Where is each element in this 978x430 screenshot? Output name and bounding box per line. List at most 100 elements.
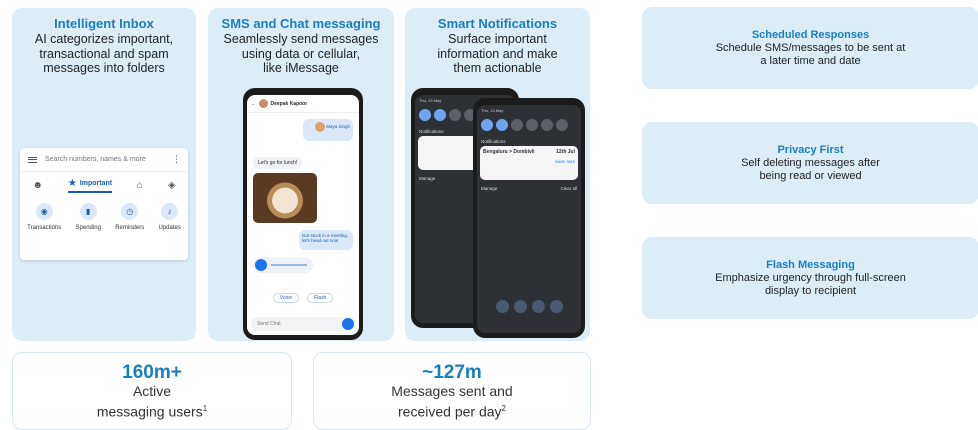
notification-title: Bengaluru > Dombivli xyxy=(483,149,535,155)
shield-icon: ◈ xyxy=(167,179,176,191)
card-desc-line: AI categorizes important, xyxy=(34,32,174,46)
card-title: Privacy First xyxy=(777,143,844,156)
inbox-mockup: Search numbers, names & more ⋮ ☻ ★ Import… xyxy=(20,148,188,260)
footnote-marker: 2 xyxy=(501,403,506,413)
star-icon: ★ xyxy=(67,177,77,189)
app-icon[interactable] xyxy=(531,300,545,313)
inbox-search-bar[interactable]: Search numbers, names & more ⋮ xyxy=(20,148,188,172)
chat-header: ← Deepak Kapoor xyxy=(247,95,359,113)
tab-important[interactable]: ★ Important xyxy=(67,177,113,193)
chat-actions: Voice Flash xyxy=(253,293,353,303)
card-desc-line: a later time and date xyxy=(760,54,861,67)
card-desc-line: information and make xyxy=(437,46,558,61)
chat-input-placeholder: Send Chat xyxy=(257,321,281,327)
card-title: Scheduled Responses xyxy=(751,28,870,41)
chat-phone-mockup: ← Deepak Kapoor Maya Singh Let's go for … xyxy=(243,88,363,340)
notification-card[interactable]: Bengaluru > Dombivli 12th Jul SAVE SMS xyxy=(480,146,578,180)
category-updates[interactable]: ♪ Updates xyxy=(158,203,181,258)
card-title: Intelligent Inbox xyxy=(54,16,154,31)
wifi-toggle-icon[interactable] xyxy=(481,119,493,131)
card-header: Smart Notifications Surface important in… xyxy=(405,16,590,76)
tab-bank[interactable]: ⌂ xyxy=(137,180,143,191)
sender-name: Maya Singh xyxy=(326,124,350,130)
scheduled-responses-card: Scheduled Responses Schedule SMS/message… xyxy=(642,7,978,89)
chart-icon: ▮ xyxy=(79,203,97,220)
dnd-toggle-icon[interactable] xyxy=(511,119,523,131)
manage-row: Manage Clear all xyxy=(477,180,581,197)
smart-notifications-card: Smart Notifications Surface important in… xyxy=(405,8,590,341)
app-dock xyxy=(477,300,581,313)
tab-people[interactable]: ☻ xyxy=(32,180,43,191)
play-icon[interactable] xyxy=(255,259,267,271)
bell-icon: ♪ xyxy=(161,203,179,220)
dnd-toggle-icon[interactable] xyxy=(449,109,461,121)
autorotate-toggle-icon[interactable] xyxy=(541,119,553,131)
message-bubble-sent: Got stuck in a meeting, let's head out n… xyxy=(299,230,353,250)
card-title: SMS and Chat messaging xyxy=(221,16,381,31)
status-date: Thu, 13 May xyxy=(481,108,504,113)
category-label: Reminders xyxy=(115,225,145,231)
send-icon[interactable] xyxy=(342,318,354,330)
card-desc-line: using data or cellular, xyxy=(241,46,361,61)
category-reminders[interactable]: ◷ Reminders xyxy=(115,203,144,258)
category-label: Spending xyxy=(75,225,101,231)
messages-per-day-stat: ~127m Messages sent and received per day… xyxy=(313,352,591,430)
avatar xyxy=(314,122,325,132)
category-label: Transactions xyxy=(27,225,62,231)
stat-label-text: messaging users xyxy=(96,403,203,420)
back-icon[interactable]: ← xyxy=(251,101,256,106)
stat-label-text: received per day xyxy=(398,403,502,420)
card-header: Intelligent Inbox AI categorizes importa… xyxy=(12,16,196,76)
save-sms-button[interactable]: SAVE SMS xyxy=(483,159,575,164)
flashlight-toggle-icon[interactable] xyxy=(526,119,538,131)
contact-name: Deepak Kapoor xyxy=(270,100,308,107)
card-desc-line: transactional and spam xyxy=(39,46,169,61)
phone-screen: ← Deepak Kapoor Maya Singh Let's go for … xyxy=(247,95,359,335)
inbox-categories: ◉ Transactions ▮ Spending ◷ Reminders ♪ … xyxy=(20,203,188,258)
stat-label-line: messaging users1 xyxy=(97,400,207,421)
app-icon[interactable] xyxy=(549,300,563,313)
card-title: Flash Messaging xyxy=(766,258,855,271)
notification-phone-front: Thu, 13 May Notifications Bengaluru > Do… xyxy=(473,98,585,338)
stat-value: 160m+ xyxy=(122,361,182,383)
message-bubble-received: Let's go for lunch! xyxy=(253,157,303,169)
quick-settings xyxy=(477,113,581,131)
bluetooth-toggle-icon[interactable] xyxy=(434,109,446,121)
flash-messaging-card: Flash Messaging Emphasize urgency throug… xyxy=(642,237,978,319)
card-desc-line: Schedule SMS/messages to be sent at xyxy=(715,41,906,54)
battery-toggle-icon[interactable] xyxy=(556,119,568,131)
stat-label-line: received per day2 xyxy=(398,400,506,421)
card-desc-line: Seamlessly send messages xyxy=(223,32,379,46)
tab-label: Important xyxy=(79,179,113,187)
footnote-marker: 1 xyxy=(202,403,208,413)
wifi-toggle-icon[interactable] xyxy=(419,109,431,121)
flash-button[interactable]: Flash xyxy=(307,293,334,303)
notifications-header: Notifications xyxy=(481,139,506,144)
stat-label-line: Messages sent and xyxy=(391,382,513,399)
menu-icon[interactable] xyxy=(28,156,37,163)
app-icon[interactable] xyxy=(513,300,527,313)
bank-icon: ⌂ xyxy=(136,179,143,191)
stat-value: ~127m xyxy=(422,361,482,383)
voice-note[interactable] xyxy=(253,257,313,273)
bluetooth-toggle-icon[interactable] xyxy=(496,119,508,131)
clear-all-button[interactable]: Clear all xyxy=(560,186,577,191)
card-header: SMS and Chat messaging Seamlessly send m… xyxy=(208,16,394,76)
inbox-tabs: ☻ ★ Important ⌂ ◈ xyxy=(20,174,188,196)
people-icon: ☻ xyxy=(32,179,43,191)
sms-chat-card: SMS and Chat messaging Seamlessly send m… xyxy=(208,8,394,341)
app-icon[interactable] xyxy=(495,300,509,313)
manage-link[interactable]: Manage xyxy=(419,176,435,181)
voice-button[interactable]: Voice xyxy=(272,293,299,303)
manage-link[interactable]: Manage xyxy=(481,186,497,191)
category-spending[interactable]: ▮ Spending xyxy=(76,203,101,258)
card-desc-line: Emphasize urgency through full-screen xyxy=(715,271,906,284)
card-desc-line: like iMessage xyxy=(263,61,339,75)
more-icon[interactable]: ⋮ xyxy=(172,154,181,165)
category-transactions[interactable]: ◉ Transactions xyxy=(27,203,61,258)
card-desc-line: display to recipient xyxy=(764,284,857,297)
active-users-stat: 160m+ Active messaging users1 xyxy=(12,352,292,430)
card-desc-line: being read or viewed xyxy=(759,169,862,182)
chat-input[interactable]: Send Chat xyxy=(251,317,355,331)
tab-shield[interactable]: ◈ xyxy=(168,180,176,191)
